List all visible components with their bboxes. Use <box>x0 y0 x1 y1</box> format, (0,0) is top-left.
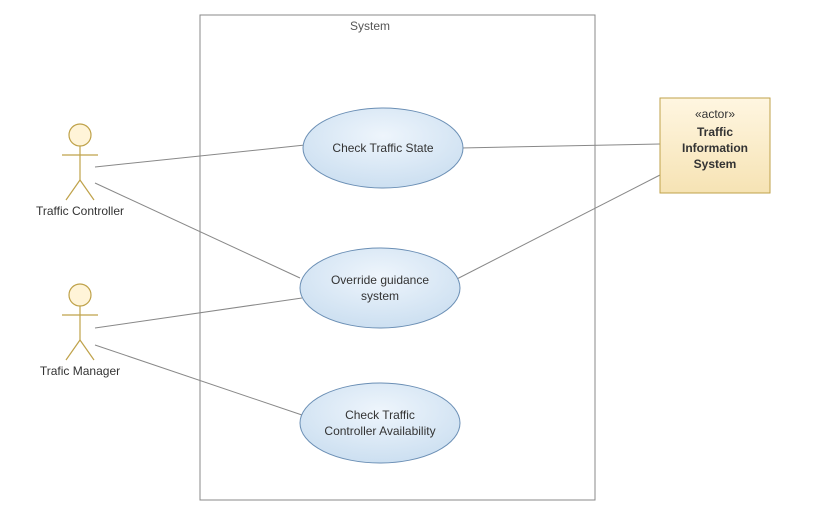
system-title: System <box>350 19 390 33</box>
usecase-check-controller-availability-label1: Check Traffic <box>345 408 415 422</box>
ext-actor-line1: Traffic <box>697 125 733 139</box>
usecase-override-guidance-label1: Override guidance <box>331 273 429 287</box>
assoc-manager-uc2 <box>95 298 302 328</box>
actor-traffic-manager: Trafic Manager <box>40 284 120 378</box>
ext-actor-line2: Information <box>682 141 748 155</box>
assoc-manager-uc3 <box>95 345 302 415</box>
use-case-diagram: System Traffic Controller Trafic Manager… <box>0 0 820 520</box>
actor-traffic-info-system: «actor» Traffic Information System <box>660 98 770 193</box>
actor-traffic-manager-label: Trafic Manager <box>40 364 120 378</box>
usecase-override-guidance: Override guidance system <box>300 248 460 328</box>
assoc-ext-uc1 <box>461 144 660 148</box>
usecase-override-guidance-label2: system <box>361 289 399 303</box>
usecase-check-traffic-state: Check Traffic State <box>303 108 463 188</box>
actor-traffic-controller-label: Traffic Controller <box>36 204 124 218</box>
ext-actor-stereotype: «actor» <box>695 107 735 121</box>
assoc-ext-uc2 <box>451 175 660 282</box>
usecase-check-controller-availability: Check Traffic Controller Availability <box>300 383 460 463</box>
usecase-check-controller-availability-label2: Controller Availability <box>324 424 435 438</box>
ext-actor-line3: System <box>694 157 737 171</box>
usecase-check-traffic-state-label: Check Traffic State <box>332 141 433 155</box>
assoc-controller-uc2 <box>95 183 300 278</box>
actor-traffic-controller: Traffic Controller <box>36 124 124 218</box>
